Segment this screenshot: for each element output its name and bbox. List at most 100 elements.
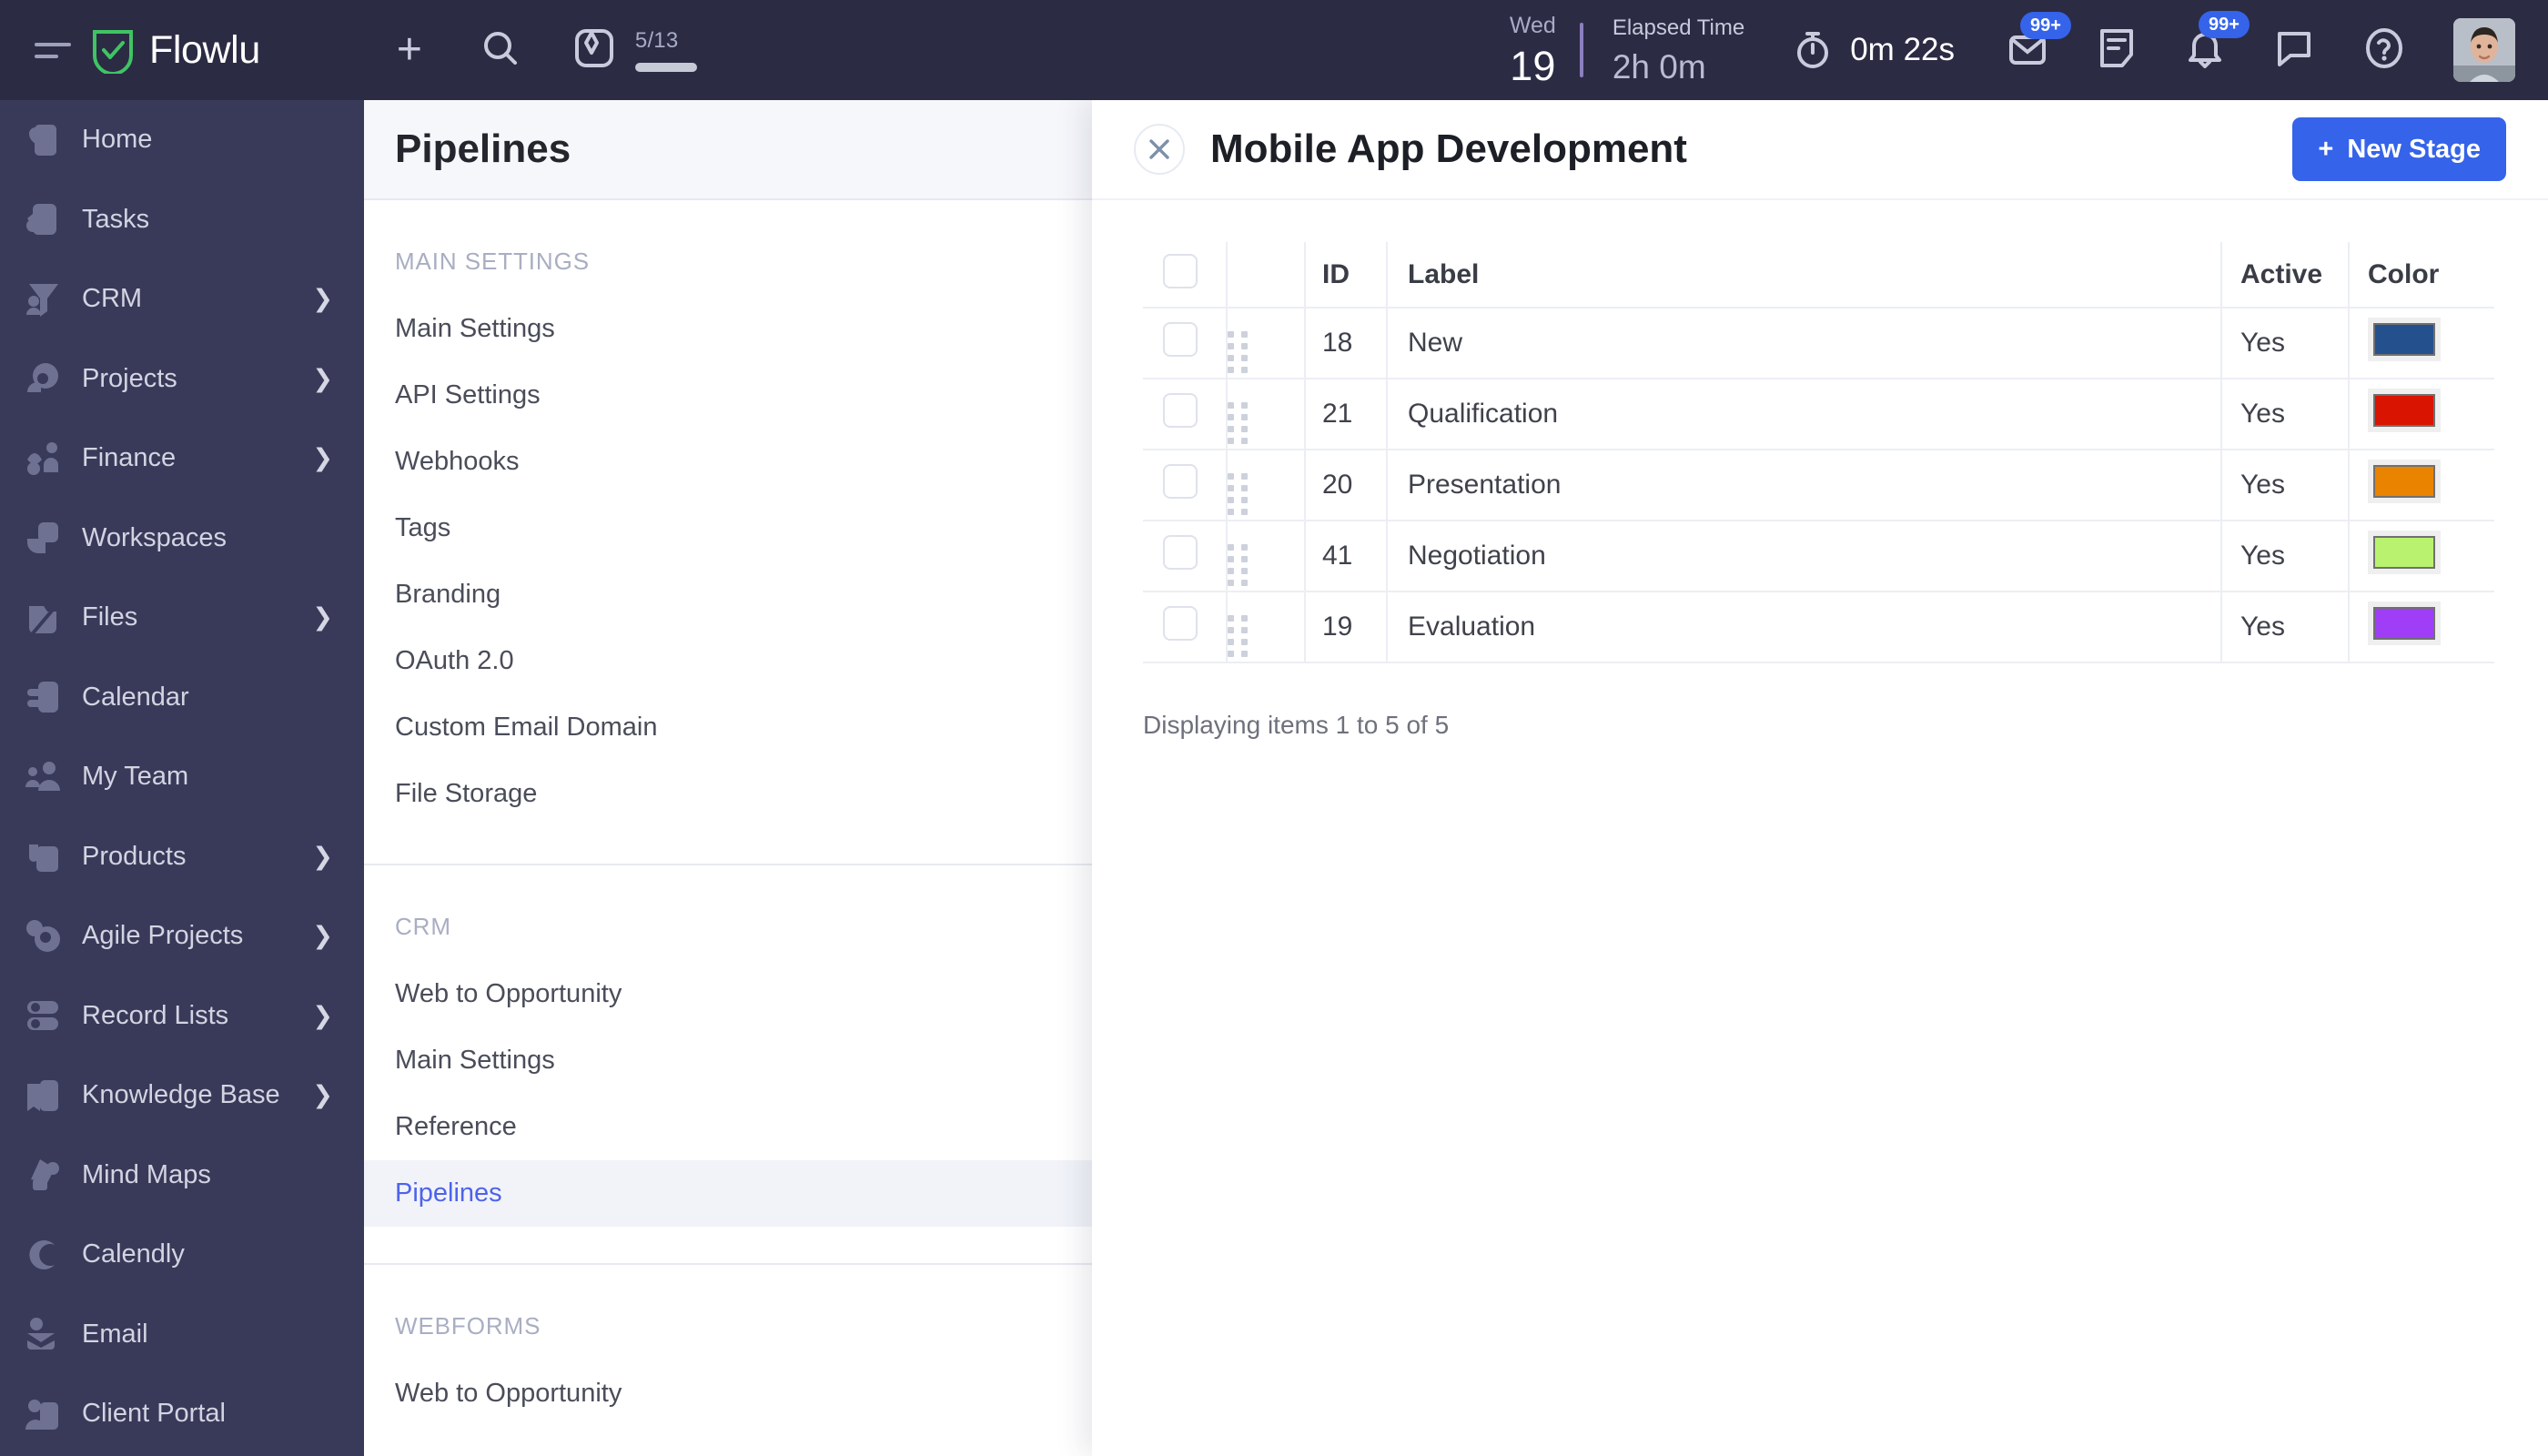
sidebar-item-email[interactable]: Email: [0, 1295, 364, 1375]
mail-button[interactable]: 99+: [2006, 11, 2071, 75]
settings-link-oauth-2-0[interactable]: OAuth 2.0: [364, 628, 1092, 694]
new-stage-label: New Stage: [2347, 134, 2481, 164]
sidebar-item-workspaces[interactable]: Workspaces: [0, 499, 364, 579]
settings-link-main-settings[interactable]: Main Settings: [364, 296, 1092, 362]
brand-logo[interactable]: Flowlu: [91, 26, 260, 76]
sidebar-item-finance[interactable]: Finance ❯: [0, 419, 364, 499]
column-header-label: Label: [1387, 242, 2222, 308]
color-swatch-wrap[interactable]: [2368, 531, 2441, 574]
client-portal-icon: [24, 1395, 62, 1433]
settings-link-api-settings[interactable]: API Settings: [364, 362, 1092, 429]
new-stage-button[interactable]: + New Stage: [2292, 117, 2506, 181]
settings-link-web-to-opportunity[interactable]: Web to Opportunity: [364, 1360, 1092, 1427]
color-swatch-wrap[interactable]: [2368, 602, 2441, 645]
sidebar-item-label: My Team: [82, 762, 189, 792]
color-swatch-wrap[interactable]: [2368, 318, 2441, 361]
row-checkbox[interactable]: [1163, 535, 1198, 570]
table-row[interactable]: 18 New Yes: [1143, 308, 2494, 379]
ai-assistant-icon[interactable]: [573, 25, 615, 76]
avatar[interactable]: [2453, 18, 2515, 82]
row-id: 20: [1305, 450, 1388, 521]
row-color-cell: [2349, 308, 2494, 379]
sidebar-item-home[interactable]: Home: [0, 100, 364, 180]
sidebar-item-label: Files: [82, 602, 138, 632]
settings-link-custom-email-domain[interactable]: Custom Email Domain: [364, 694, 1092, 761]
drag-handle-icon[interactable]: [1228, 543, 1248, 586]
date-day: 19: [1510, 42, 1556, 89]
settings-link-file-storage[interactable]: File Storage: [364, 761, 1092, 827]
add-icon[interactable]: +: [397, 28, 422, 72]
sidebar-item-calendar[interactable]: Calendar: [0, 658, 364, 738]
sidebar-item-products[interactable]: Products ❯: [0, 817, 364, 897]
timer-widget[interactable]: 0m 22s: [1792, 25, 1955, 76]
sidebar-item-mind-maps[interactable]: Mind Maps: [0, 1136, 364, 1216]
sidebar-item-calendly[interactable]: Calendly: [0, 1215, 364, 1295]
settings-link-web-to-opportunity[interactable]: Web to Opportunity: [364, 961, 1092, 1027]
column-header-color: Color: [2349, 242, 2494, 308]
agile-projects-icon: [24, 917, 62, 956]
settings-link-webhooks[interactable]: Webhooks: [364, 429, 1092, 495]
row-label: Qualification: [1387, 379, 2222, 450]
table-row[interactable]: 21 Qualification Yes: [1143, 379, 2494, 450]
divider: [1579, 23, 1583, 77]
color-swatch-wrap[interactable]: [2368, 460, 2441, 503]
search-icon[interactable]: [480, 28, 521, 73]
row-active: Yes: [2221, 308, 2350, 379]
close-icon[interactable]: [1134, 124, 1185, 175]
flowlu-shield-icon: [91, 26, 135, 76]
table-row[interactable]: 19 Evaluation Yes: [1143, 592, 2494, 663]
settings-link-tags[interactable]: Tags: [364, 495, 1092, 561]
sidebar-item-crm[interactable]: CRM ❯: [0, 259, 364, 339]
products-icon: [24, 837, 62, 875]
sidebar-item-agile-projects[interactable]: Agile Projects ❯: [0, 896, 364, 976]
column-header-active: Active: [2221, 242, 2350, 308]
settings-link-reference[interactable]: Reference: [364, 1094, 1092, 1160]
settings-panel-header: Pipelines: [364, 100, 1092, 200]
sidebar-item-label: Record Lists: [82, 1000, 229, 1030]
timer-value: 0m 22s: [1850, 32, 1955, 67]
crm-icon: [24, 280, 62, 318]
color-swatch: [2373, 394, 2435, 427]
pipeline-stages-modal: Mobile App Development + New Stage ID La…: [1092, 100, 2548, 1456]
sidebar-item-tasks[interactable]: Tasks: [0, 180, 364, 260]
menu-toggle-icon[interactable]: [35, 38, 71, 62]
chevron-right-icon: ❯: [312, 364, 333, 392]
drag-handle-icon[interactable]: [1228, 330, 1248, 373]
settings-link-branding[interactable]: Branding: [364, 561, 1092, 628]
chevron-right-icon: ❯: [312, 603, 333, 632]
modal-body: ID Label Active Color 18 New Yes 21 Qualific…: [1092, 200, 2548, 740]
help-button[interactable]: [2362, 25, 2406, 76]
row-checkbox[interactable]: [1163, 322, 1198, 357]
finance-icon: [24, 440, 62, 478]
row-checkbox[interactable]: [1163, 606, 1198, 641]
sidebar-item-knowledge-base[interactable]: Knowledge Base ❯: [0, 1056, 364, 1136]
row-checkbox[interactable]: [1163, 393, 1198, 428]
drag-handle-icon[interactable]: [1228, 614, 1248, 657]
table-row[interactable]: 20 Presentation Yes: [1143, 450, 2494, 521]
sidebar-item-my-team[interactable]: My Team: [0, 737, 364, 817]
chat-button[interactable]: [2273, 26, 2315, 75]
settings-link-main-settings[interactable]: Main Settings: [364, 1027, 1092, 1094]
drag-handle-icon[interactable]: [1228, 472, 1248, 515]
row-select-cell: [1143, 592, 1228, 663]
today-date[interactable]: Wed 19: [1510, 14, 1556, 89]
select-all-checkbox[interactable]: [1163, 253, 1198, 288]
table-row[interactable]: 41 Negotiation Yes: [1143, 521, 2494, 592]
row-select-cell: [1143, 450, 1228, 521]
sidebar-item-projects[interactable]: Projects ❯: [0, 339, 364, 420]
stages-caption: Displaying items 1 to 5 of 5: [1143, 711, 1450, 739]
settings-link-pipelines[interactable]: Pipelines: [364, 1160, 1092, 1227]
my-team-icon: [24, 758, 62, 796]
row-checkbox[interactable]: [1163, 464, 1198, 499]
notifications-button[interactable]: 99+: [2184, 10, 2250, 76]
sidebar-item-client-portal[interactable]: Client Portal: [0, 1374, 364, 1454]
sidebar-item-record-lists[interactable]: Record Lists ❯: [0, 976, 364, 1057]
notes-button[interactable]: [2097, 25, 2137, 76]
drag-handle-icon[interactable]: [1228, 401, 1248, 444]
color-swatch-wrap[interactable]: [2368, 389, 2441, 432]
settings-nav: MAIN SETTINGS Main Settings API Settings We…: [364, 200, 1092, 1427]
sidebar-item-files[interactable]: Files ❯: [0, 578, 364, 658]
settings-group-title: CRM: [395, 913, 451, 940]
onboarding-progress[interactable]: 5/13: [634, 28, 697, 72]
modal-header: Mobile App Development + New Stage: [1092, 100, 2548, 200]
